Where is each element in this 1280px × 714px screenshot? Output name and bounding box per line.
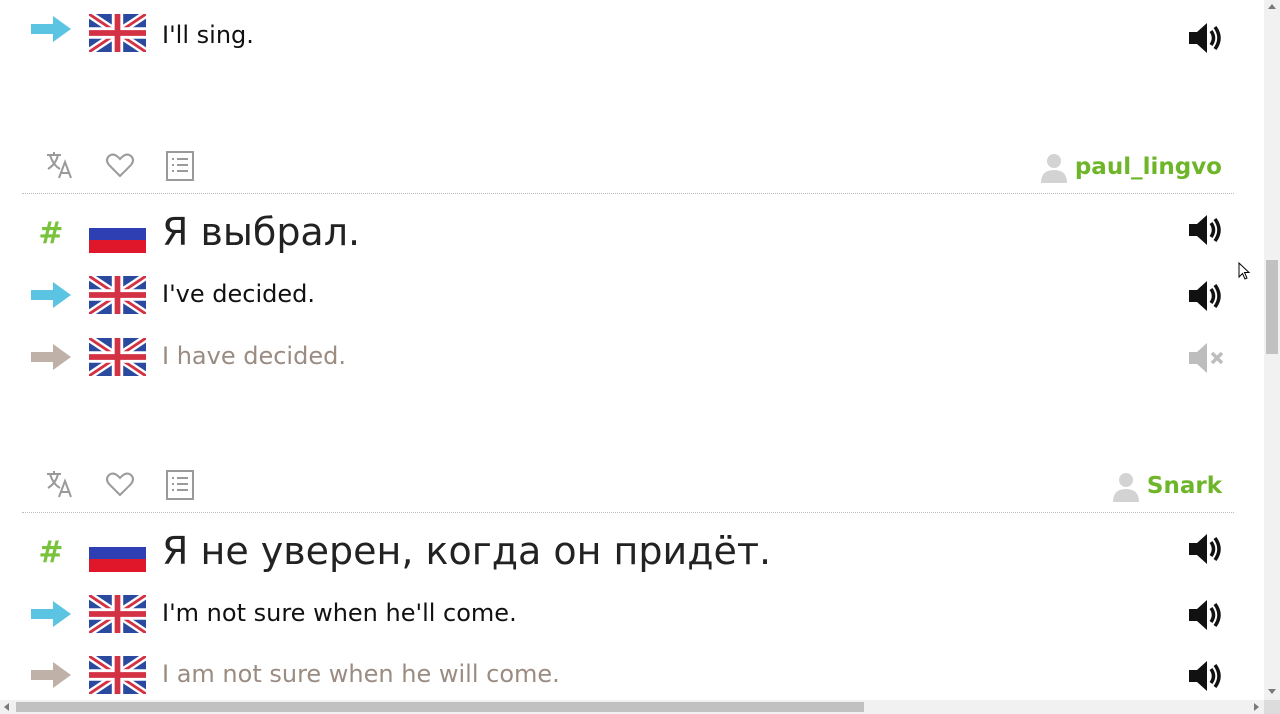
sentence-text: I've decided. [162, 280, 315, 308]
sentence-owner[interactable]: Snark [1111, 470, 1222, 502]
owner-username[interactable]: paul_lingvo [1075, 154, 1222, 180]
scroll-left-arrow-icon[interactable] [4, 703, 9, 711]
arrow-right-gray-icon [30, 660, 72, 690]
speaker-icon[interactable] [1186, 656, 1228, 696]
speaker-icon[interactable] [1186, 18, 1228, 58]
sentence-row-direct: I've decided. [0, 272, 1264, 326]
uk-flag-icon [86, 334, 149, 380]
sentence-row-main: # Я выбрал. [0, 208, 1264, 258]
arrow-right-blue-icon [30, 14, 72, 44]
vertical-scrollbar[interactable] [1264, 0, 1280, 700]
speaker-icon[interactable] [1186, 210, 1228, 250]
sentence-text: I'm not sure when he'll come. [162, 599, 517, 627]
vertical-scrollbar-thumb[interactable] [1266, 260, 1278, 354]
horizontal-scrollbar-thumb[interactable] [16, 702, 864, 712]
sentence-text: I have decided. [162, 342, 346, 370]
translate-icon[interactable] [44, 149, 80, 185]
sentence-row-indirect: I am not sure when he will come. [0, 652, 1264, 700]
sentence-owner[interactable]: paul_lingvo [1039, 151, 1222, 183]
ru-flag-icon [89, 534, 146, 572]
sentence-row-main: # Я не уверен, когда он придёт. [0, 527, 1264, 577]
sentence-link-hash[interactable]: # [30, 216, 72, 251]
sentence-row-direct: I'll sing. [0, 10, 1264, 64]
uk-flag-icon [86, 591, 149, 637]
sentence-text: I'll sing. [162, 21, 254, 49]
sentence-row-direct: I'm not sure when he'll come. [0, 591, 1264, 645]
sentence-text: Я выбрал. [162, 210, 361, 254]
user-icon [1111, 470, 1141, 502]
scroll-down-arrow-icon[interactable] [1268, 689, 1276, 694]
owner-username[interactable]: Snark [1147, 473, 1222, 499]
scroll-right-arrow-icon[interactable] [1254, 703, 1259, 711]
sentence-text: Я не уверен, когда он придёт. [162, 529, 772, 573]
speaker-muted-icon [1186, 338, 1228, 378]
heart-icon[interactable] [104, 149, 140, 185]
heart-icon[interactable] [104, 468, 140, 504]
ru-flag-icon [89, 215, 146, 253]
scrollbar-corner [1264, 700, 1280, 714]
scroll-up-arrow-icon[interactable] [1268, 4, 1276, 9]
speaker-icon[interactable] [1186, 276, 1228, 316]
sentence-link-hash[interactable]: # [30, 535, 72, 570]
arrow-right-blue-icon [30, 599, 72, 629]
sentence-toolbar: paul_lingvo [22, 145, 1234, 194]
sentence-toolbar: Snark [22, 464, 1234, 513]
list-icon[interactable] [164, 468, 200, 504]
arrow-right-gray-icon [30, 342, 72, 372]
speaker-icon[interactable] [1186, 595, 1228, 635]
arrow-right-blue-icon [30, 280, 72, 310]
user-icon [1039, 151, 1069, 183]
translate-icon[interactable] [44, 468, 80, 504]
sentence-row-indirect: I have decided. [0, 334, 1264, 388]
page-viewport: I'll sing. paul_lingvo # Я выбрал. I've … [0, 0, 1264, 700]
uk-flag-icon [86, 10, 149, 56]
list-icon[interactable] [164, 149, 200, 185]
horizontal-scrollbar[interactable] [0, 700, 1264, 714]
sentence-text: I am not sure when he will come. [162, 660, 560, 688]
uk-flag-icon [86, 652, 149, 698]
mouse-cursor-icon [1238, 261, 1252, 282]
speaker-icon[interactable] [1186, 529, 1228, 569]
uk-flag-icon [86, 272, 149, 318]
